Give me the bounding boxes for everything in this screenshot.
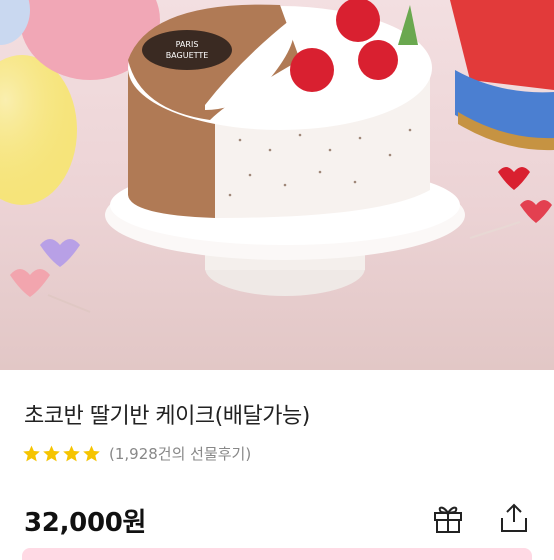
gift-button[interactable] bbox=[428, 498, 468, 538]
share-button[interactable] bbox=[494, 498, 534, 538]
bottom-action-bar[interactable] bbox=[22, 548, 532, 560]
star-icon bbox=[23, 445, 40, 462]
star-icon bbox=[83, 445, 100, 462]
cake-brand-line2: BAGUETTE bbox=[166, 51, 209, 60]
rating-row[interactable]: (1,928건의 선물후기) bbox=[22, 443, 251, 464]
share-icon bbox=[501, 503, 527, 532]
product-title: 초코반 딸기반 케이크(배달가능) bbox=[24, 404, 310, 429]
price: 32,000원 bbox=[24, 508, 147, 538]
star-icon bbox=[63, 445, 80, 462]
star-icon bbox=[43, 445, 60, 462]
review-count[interactable]: (1,928건의 선물후기) bbox=[109, 443, 251, 464]
product-image: PARIS BAGUETTE bbox=[0, 0, 554, 370]
rating-stars bbox=[22, 444, 101, 463]
gift-icon bbox=[434, 506, 462, 533]
cake-brand-line1: PARIS bbox=[176, 40, 199, 49]
